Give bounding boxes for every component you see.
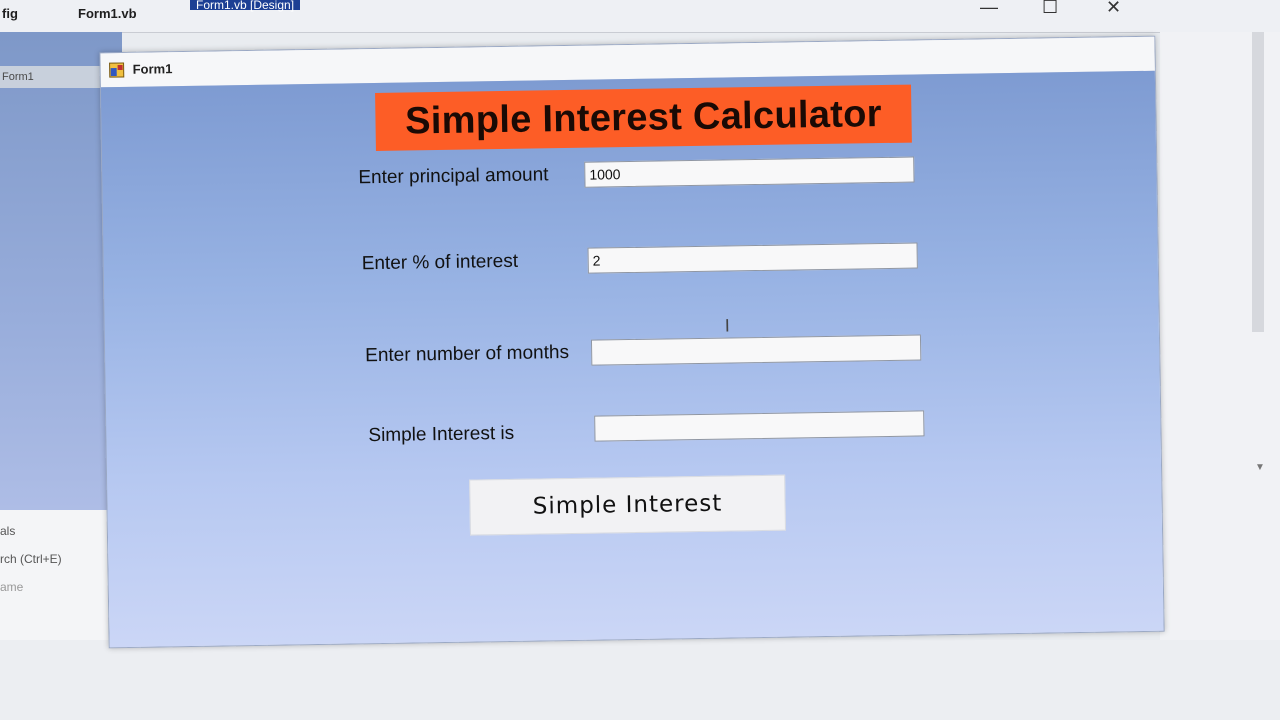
result-output[interactable] bbox=[594, 410, 925, 442]
months-input[interactable] bbox=[590, 334, 922, 366]
scroll-down-icon[interactable]: ▼ bbox=[1255, 462, 1265, 473]
tab-config[interactable]: fig bbox=[2, 6, 18, 21]
principal-label: Enter principal amount bbox=[358, 164, 549, 189]
months-label: Enter number of months bbox=[365, 341, 570, 367]
close-icon[interactable]: ✕ bbox=[1106, 0, 1121, 16]
form-title: Form1 bbox=[132, 61, 173, 77]
interest-rate-input[interactable] bbox=[587, 242, 918, 274]
page-title: Simple Interest Calculator bbox=[375, 84, 912, 151]
maximize-icon[interactable]: ☐ bbox=[1042, 0, 1058, 16]
left-panel-tab[interactable]: Form1 bbox=[0, 66, 102, 88]
properties-name-row: ame bbox=[0, 580, 24, 594]
form-client-area: Simple Interest Calculator Enter princip… bbox=[100, 70, 1164, 648]
form-window[interactable]: Form1 Simple Interest Calculator Enter p… bbox=[99, 35, 1165, 649]
properties-search-input[interactable]: rch (Ctrl+E) bbox=[0, 552, 62, 566]
text-cursor-icon: I bbox=[724, 315, 730, 336]
result-label: Simple Interest is bbox=[368, 422, 515, 447]
ide-tab-bar: fig Form1.vb Form1.vb [Design] — ☐ ✕ bbox=[0, 0, 1280, 33]
properties-title: als bbox=[0, 524, 16, 538]
tab-form1-code[interactable]: Form1.vb bbox=[78, 6, 137, 21]
vertical-scrollbar[interactable] bbox=[1252, 32, 1264, 332]
principal-input[interactable] bbox=[584, 156, 915, 188]
simple-interest-button[interactable]: Simple Interest bbox=[469, 474, 786, 536]
minimize-icon[interactable]: — bbox=[980, 0, 998, 16]
interest-rate-label: Enter % of interest bbox=[361, 250, 519, 275]
form-app-icon bbox=[109, 62, 125, 78]
tab-form1-design[interactable]: Form1.vb [Design] bbox=[190, 0, 301, 11]
ide-bottom-area bbox=[0, 640, 1280, 720]
